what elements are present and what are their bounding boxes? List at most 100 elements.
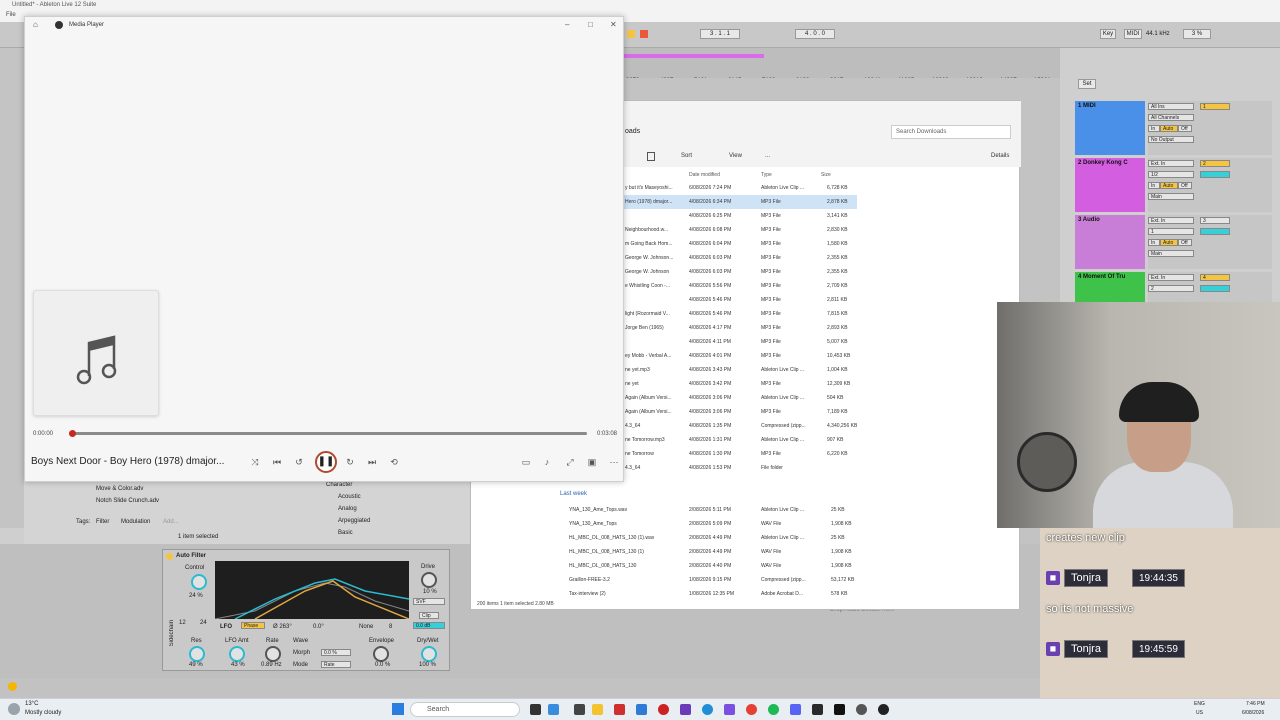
cast-icon[interactable]: ▣ — [585, 457, 599, 468]
maximize-button[interactable]: □ — [588, 20, 593, 29]
delete-icon[interactable] — [647, 152, 655, 161]
file-row[interactable]: ne yet 4/08/2026 3:42 PM MP3 File 12,309 KB — [621, 377, 857, 391]
track-volume[interactable] — [1200, 285, 1230, 292]
track-header-4[interactable]: 4 Moment Of Tru — [1075, 272, 1145, 302]
envelope-knob[interactable] — [373, 646, 389, 662]
seek-handle[interactable] — [68, 430, 76, 437]
file-row[interactable]: ne yet.mp3 4/08/2026 3:43 PM Ableton Live … — [621, 363, 857, 377]
arrangement-position[interactable]: 3 . 1 . 1 — [700, 29, 740, 39]
file-row[interactable]: Again (Album Versi... 4/08/2026 3:06 PM MP… — [621, 405, 857, 419]
search-field[interactable]: Search Downloads — [891, 125, 1011, 139]
browser-item[interactable]: Notch Slide Crunch.adv — [96, 498, 159, 504]
clip-button[interactable]: Clip — [419, 612, 439, 619]
output-type[interactable]: Main — [1148, 193, 1194, 200]
monitor-off[interactable]: Off — [1178, 182, 1192, 189]
set-button[interactable]: Set — [1078, 79, 1096, 89]
monitor-in[interactable]: In — [1148, 182, 1160, 189]
input-channel[interactable]: All Channels — [1148, 114, 1194, 121]
follow-icon[interactable] — [627, 30, 635, 38]
monitor-in[interactable]: In — [1148, 239, 1160, 246]
character-item[interactable]: Acoustic — [338, 494, 361, 500]
close-button[interactable]: ✕ — [610, 20, 617, 29]
media-player-icon[interactable] — [878, 704, 889, 715]
clock-date[interactable]: 6/08/2026 — [1242, 710, 1264, 716]
character-item[interactable]: Basic — [338, 530, 353, 536]
input-channel[interactable]: 1 — [1148, 228, 1194, 235]
app-icon[interactable] — [658, 704, 669, 715]
lfo-sync[interactable]: None — [359, 624, 373, 630]
modulation-tab[interactable]: Modulation — [121, 519, 150, 525]
track-volume[interactable] — [1200, 228, 1230, 235]
input-type[interactable]: Ext. In — [1148, 274, 1194, 281]
file-row[interactable]: YNA_130_Ame_Tops 2/08/2026 5:09 PM WAV Fil… — [555, 517, 855, 531]
file-row[interactable]: light (Rozormaid V... 4/08/2026 5:46 PM MP… — [621, 307, 857, 321]
chrome-icon[interactable] — [746, 704, 757, 715]
minimize-button[interactable]: – — [565, 20, 569, 29]
input-type[interactable]: All Ins — [1148, 103, 1194, 110]
weather-desc[interactable]: Mostly cloudy — [25, 710, 61, 716]
settings-icon[interactable] — [856, 704, 867, 715]
view-button[interactable]: View — [729, 153, 742, 159]
file-row[interactable]: m Going Back Hom... 4/08/2026 6:04 PM MP3 … — [621, 237, 857, 251]
input-channel[interactable]: 1/2 — [1148, 171, 1194, 178]
pause-button[interactable]: ❚❚ — [315, 451, 337, 473]
fullscreen-icon[interactable]: ⤢ — [563, 457, 577, 468]
file-row[interactable]: ne Tomorrow 4/08/2026 1:30 PM MP3 File 6,22… — [621, 447, 857, 461]
drywet-knob[interactable] — [421, 646, 437, 662]
lfo-sync-num[interactable]: 8 — [389, 624, 392, 630]
filter-slope[interactable]: 24 — [200, 620, 207, 626]
monitor-in[interactable]: In — [1148, 125, 1160, 132]
phase-offset[interactable]: 0.0° — [313, 624, 324, 630]
track-header-2[interactable]: 2 Donkey Kong C — [1075, 158, 1145, 212]
rewind-icon[interactable]: ↺ — [292, 457, 306, 468]
home-icon[interactable]: ⌂ — [33, 20, 38, 29]
app-icon[interactable] — [812, 704, 823, 715]
output-type[interactable]: No Output — [1148, 136, 1194, 143]
midi-button[interactable]: MIDI — [1124, 29, 1142, 39]
input-type[interactable]: Ext. In — [1148, 160, 1194, 167]
edge-icon[interactable] — [702, 704, 713, 715]
phase-button[interactable]: Phase — [241, 622, 265, 629]
arrangement-length[interactable]: 4 . 0 . 0 — [795, 29, 835, 39]
drive-knob[interactable] — [421, 572, 437, 588]
filter-display[interactable] — [214, 561, 410, 620]
device-power-icon[interactable] — [166, 553, 173, 560]
region[interactable]: US — [1196, 710, 1203, 716]
column-type[interactable]: Type — [761, 172, 772, 178]
app-icon[interactable] — [574, 704, 585, 715]
previous-icon[interactable]: ⏮ — [270, 457, 284, 468]
file-row[interactable]: 4.3_64 4/08/2026 1:53 PM File folder — [621, 461, 857, 475]
more-icon[interactable]: ⋯ — [607, 457, 621, 468]
phase-value[interactable]: Ø 263° — [273, 624, 292, 630]
details-button[interactable]: Details — [991, 153, 1009, 159]
file-row[interactable]: y but it's Maseyoshi... 6/08/2026 7:24 PM… — [621, 181, 857, 195]
monitor-auto[interactable]: Auto — [1160, 182, 1178, 189]
filter-type-select[interactable]: SVF — [413, 598, 445, 605]
monitor-auto[interactable]: Auto — [1160, 239, 1178, 246]
monitor-auto[interactable]: Auto — [1160, 125, 1178, 132]
track-header-3[interactable]: 3 Audio — [1075, 215, 1145, 269]
info-icon[interactable] — [8, 682, 17, 691]
ableton-icon[interactable] — [834, 704, 845, 715]
file-row[interactable]: George W. Johnson... 4/08/2026 6:03 PM MP3… — [621, 251, 857, 265]
file-row[interactable]: HL_MBC_DL_008_HATS_130 2/08/2026 4:40 PM W… — [555, 559, 855, 573]
track-activator[interactable]: 1 — [1200, 103, 1230, 110]
file-row[interactable]: Jorge Ben (1965) 4/08/2026 4:17 PM MP3 Fil… — [621, 321, 857, 335]
miniplayer-icon[interactable]: ▭ — [519, 457, 533, 468]
mode-select[interactable]: Rate — [321, 661, 351, 668]
next-icon[interactable]: ⏭ — [365, 457, 379, 468]
weather-temp[interactable]: 13°C — [25, 701, 38, 707]
track-header-1[interactable]: 1 MIDI — [1075, 101, 1145, 155]
track-activator[interactable]: 3 — [1200, 217, 1230, 224]
repeat-icon[interactable]: ⟲ — [387, 457, 401, 468]
key-button[interactable]: Key — [1100, 29, 1116, 39]
monitor-off[interactable]: Off — [1178, 239, 1192, 246]
input-channel[interactable]: 2 — [1148, 285, 1194, 292]
file-row[interactable]: Graillon-FREE-3.2 1/08/2026 9:15 PM Compre… — [555, 573, 855, 587]
column-size[interactable]: Size — [821, 172, 831, 178]
task-view-icon[interactable] — [530, 704, 541, 715]
file-row[interactable]: George W. Johnson 4/08/2026 6:03 PM MP3 Fi… — [621, 265, 857, 279]
breadcrumb[interactable]: oads — [625, 128, 640, 135]
file-row[interactable]: ne Tomorrow.mp3 4/08/2026 1:31 PM Ableton … — [621, 433, 857, 447]
discord-icon[interactable] — [790, 704, 801, 715]
